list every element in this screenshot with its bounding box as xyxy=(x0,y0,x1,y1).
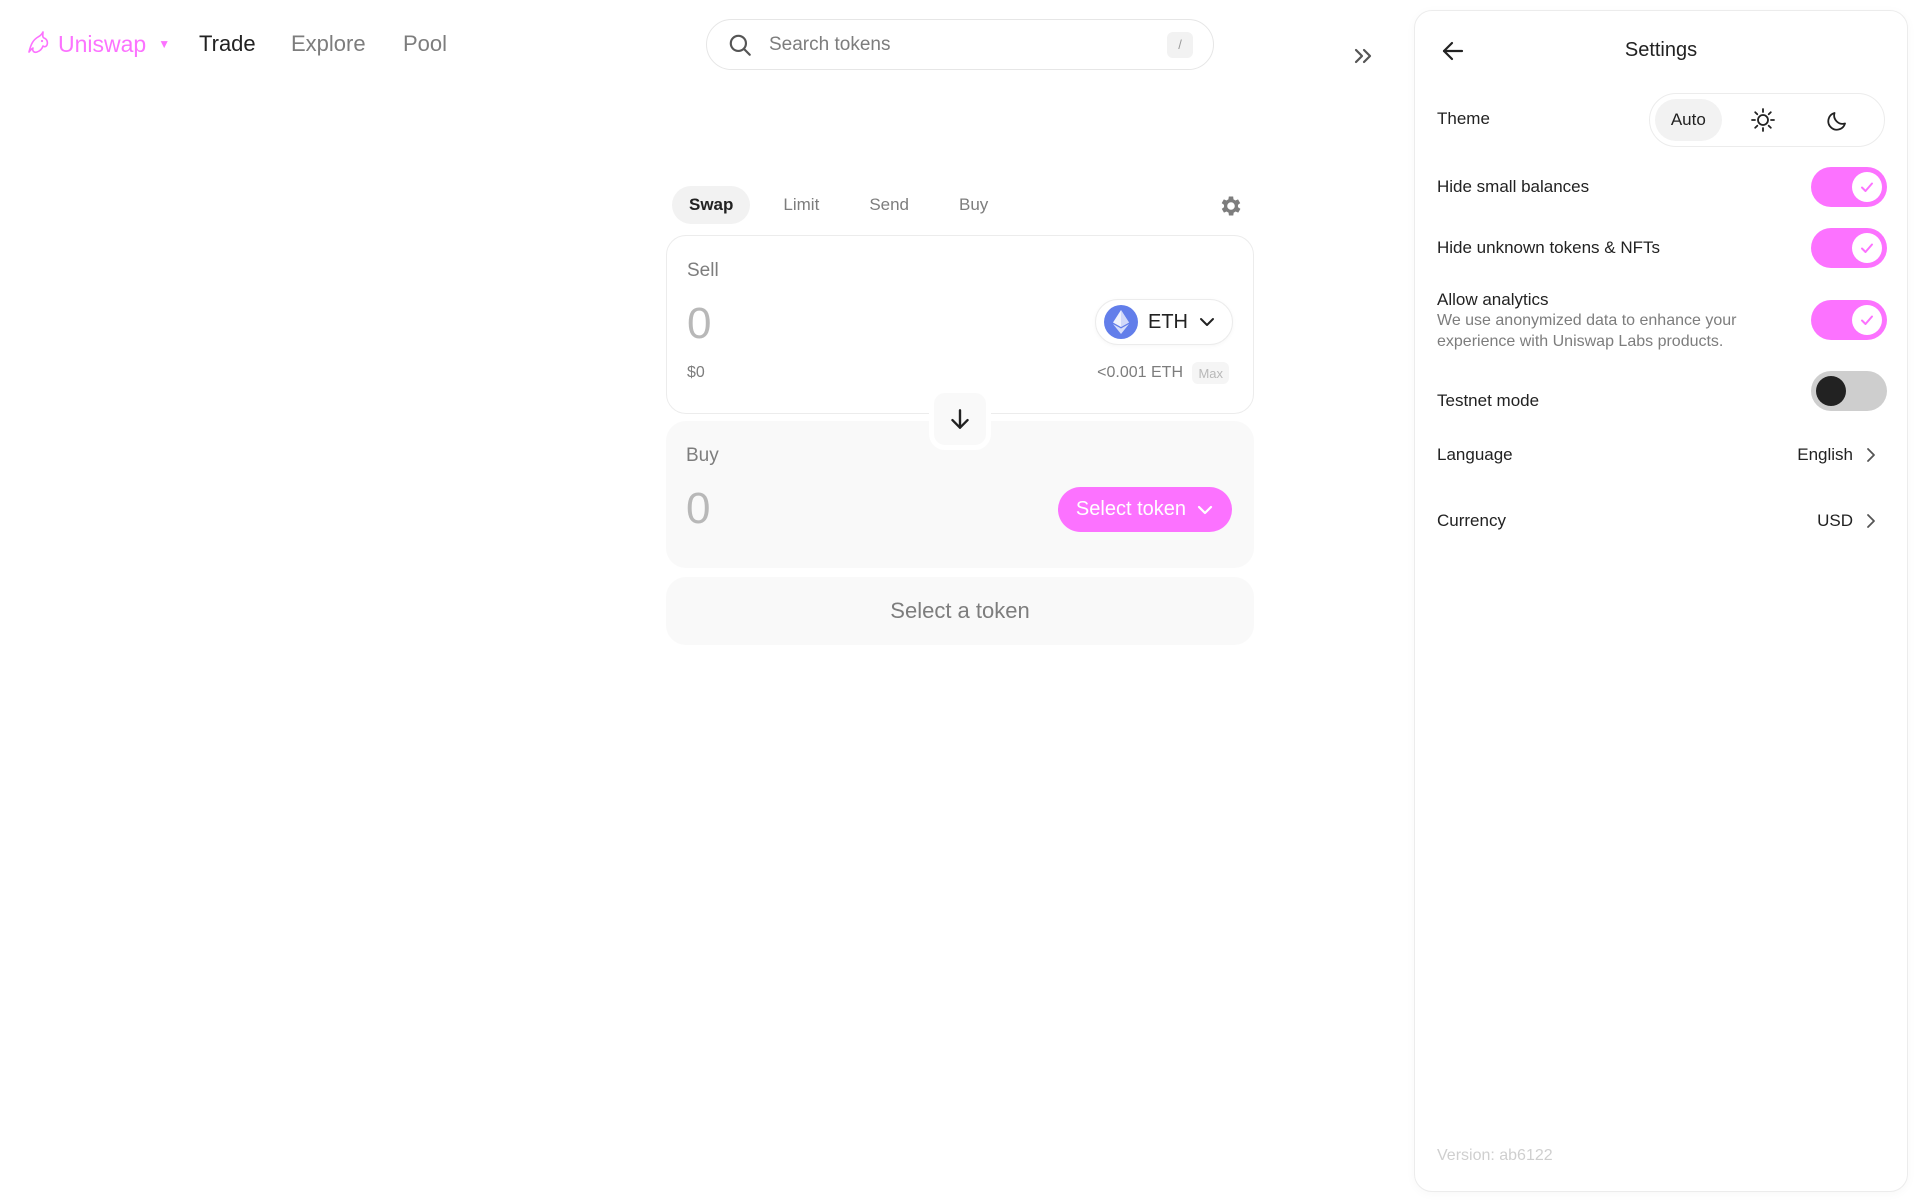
double-chevron-right-icon[interactable] xyxy=(1350,42,1378,70)
gear-icon[interactable] xyxy=(1218,193,1244,219)
testnet-mode-toggle[interactable] xyxy=(1811,371,1887,411)
tab-swap[interactable]: Swap xyxy=(672,186,751,224)
arrow-down-icon xyxy=(951,409,969,429)
theme-dark-option[interactable] xyxy=(1804,99,1871,141)
toggle-knob xyxy=(1852,233,1882,263)
sell-amount-input[interactable]: 0 xyxy=(687,299,711,349)
hide-small-balances-label: Hide small balances xyxy=(1437,177,1590,196)
language-value: English xyxy=(1797,445,1853,464)
tab-limit[interactable]: Limit xyxy=(766,186,836,224)
sell-balance: <0.001 ETH xyxy=(1097,364,1183,381)
chevron-right-icon xyxy=(1867,514,1875,528)
hide-unknown-tokens-toggle[interactable] xyxy=(1811,228,1887,268)
check-icon xyxy=(1861,243,1873,253)
theme-light-option[interactable] xyxy=(1730,99,1797,141)
moon-icon xyxy=(1827,112,1846,131)
sell-token-symbol: ETH xyxy=(1148,310,1188,333)
settings-title: Settings xyxy=(1624,39,1698,61)
sell-label: Sell xyxy=(687,260,719,281)
testnet-mode-label: Testnet mode xyxy=(1437,391,1540,410)
hide-small-balances-toggle[interactable] xyxy=(1811,167,1887,207)
chevron-down-icon xyxy=(1200,318,1214,326)
settings-panel: Settings Theme Auto Hide small balances xyxy=(1414,10,1908,1192)
swap-tabs: Swap Limit Send Buy xyxy=(672,186,1021,224)
select-a-token-button[interactable]: Select a token xyxy=(666,577,1254,645)
unicorn-icon xyxy=(28,31,49,54)
search-placeholder: Search tokens xyxy=(769,33,891,55)
nav-pool[interactable]: Pool xyxy=(403,31,447,57)
currency-label: Currency xyxy=(1437,511,1506,530)
language-selector[interactable]: English xyxy=(1797,445,1879,465)
currency-selector[interactable]: USD xyxy=(1817,511,1879,531)
toggle-knob xyxy=(1816,376,1846,406)
check-icon xyxy=(1861,315,1873,325)
theme-selector: Auto xyxy=(1649,93,1885,147)
currency-value: USD xyxy=(1817,511,1853,530)
nav-trade[interactable]: Trade xyxy=(199,31,256,57)
toggle-knob xyxy=(1852,172,1882,202)
switch-tokens-button[interactable] xyxy=(929,388,991,450)
hide-unknown-tokens-label: Hide unknown tokens & NFTs xyxy=(1437,238,1660,257)
select-token-button[interactable]: Select token xyxy=(1057,487,1232,532)
language-label: Language xyxy=(1437,445,1513,464)
chevron-right-icon xyxy=(1867,448,1875,462)
version-label: Version: ab6122 xyxy=(1437,1147,1553,1164)
chevron-down-icon xyxy=(1197,505,1213,514)
caret-down-icon: ▼ xyxy=(158,37,171,51)
max-button[interactable]: Max xyxy=(1192,362,1229,384)
brand-name: Uniswap xyxy=(58,30,147,57)
sun-icon xyxy=(1751,108,1775,132)
search-input[interactable]: Search tokens / xyxy=(706,19,1214,70)
sell-usd-value: $0 xyxy=(687,364,705,381)
allow-analytics-label: Allow analytics xyxy=(1437,290,1549,309)
theme-auto-option[interactable]: Auto xyxy=(1655,99,1722,141)
search-shortcut-badge: / xyxy=(1167,31,1193,58)
allow-analytics-description: We use anonymized data to enhance your e… xyxy=(1437,312,1737,350)
buy-label: Buy xyxy=(686,445,719,466)
eth-icon xyxy=(1104,305,1138,339)
tab-send[interactable]: Send xyxy=(852,186,926,224)
check-icon xyxy=(1861,182,1873,192)
sell-token-selector[interactable]: ETH xyxy=(1095,299,1233,345)
toggle-knob xyxy=(1852,305,1882,335)
tab-buy[interactable]: Buy xyxy=(942,186,1005,224)
nav-explore[interactable]: Explore xyxy=(291,31,366,57)
uniswap-logo[interactable]: Uniswap ▼ xyxy=(24,30,170,58)
select-token-label: Select token xyxy=(1075,498,1186,520)
search-icon xyxy=(729,34,751,56)
theme-label: Theme xyxy=(1437,109,1490,128)
buy-amount-input[interactable]: 0 xyxy=(686,484,710,534)
allow-analytics-toggle[interactable] xyxy=(1811,300,1887,340)
